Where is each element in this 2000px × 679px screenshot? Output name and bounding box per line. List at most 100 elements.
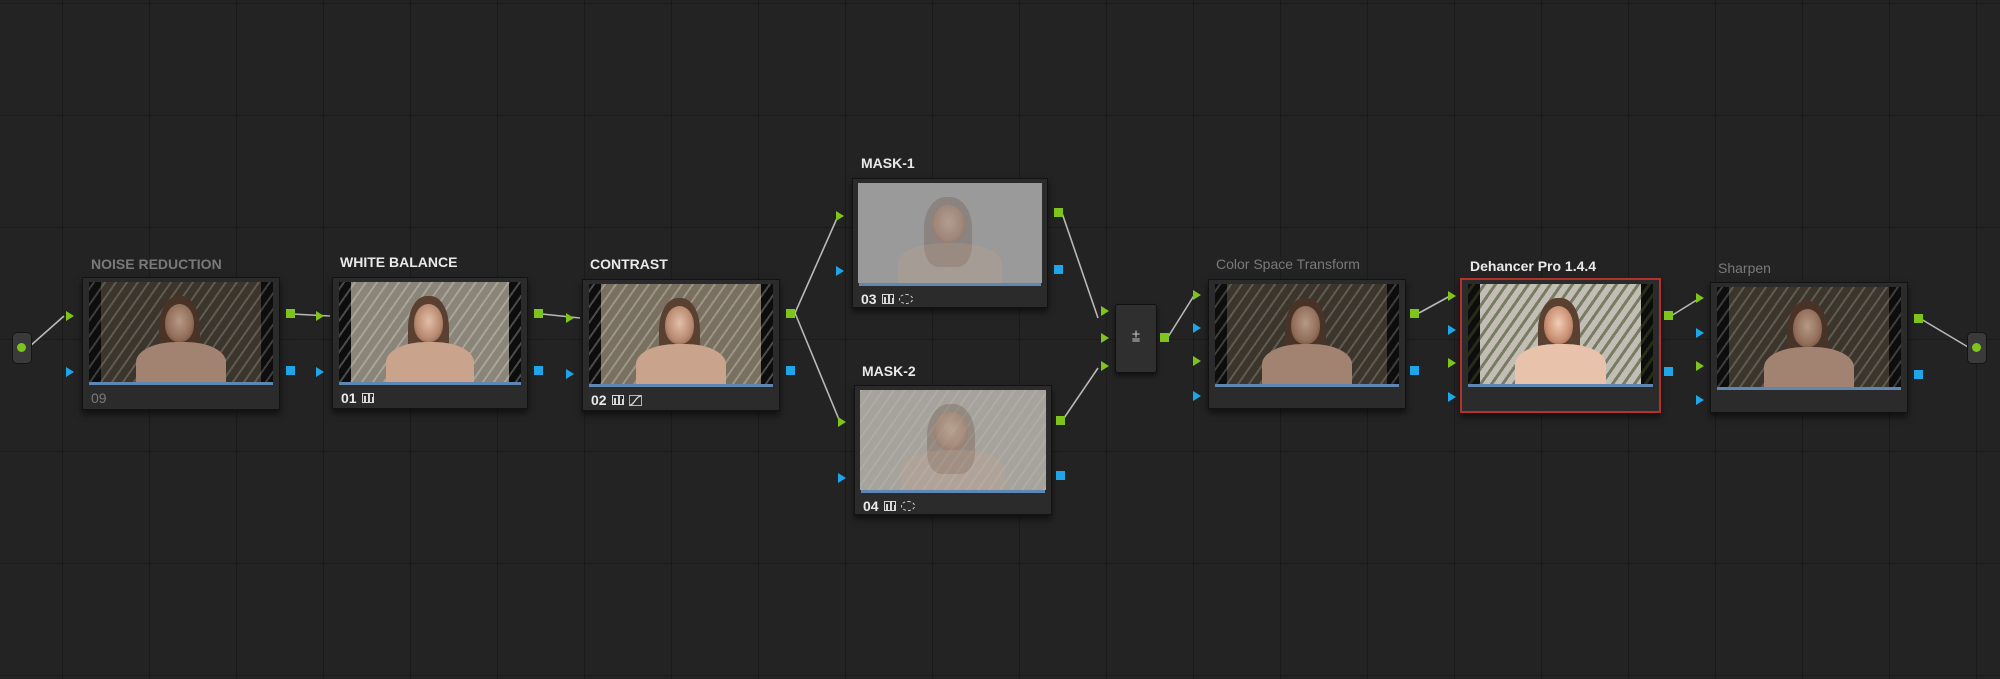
node-09-rgb-input[interactable]	[66, 311, 74, 321]
layer-mixer-node[interactable]: ⩲	[1115, 304, 1157, 373]
node-02-alpha-input[interactable]	[566, 369, 574, 379]
node-dehancer-rgb-input[interactable]	[1448, 291, 1456, 301]
node-02-progress-bar	[589, 384, 773, 387]
wire-source-to-nr	[28, 315, 65, 348]
node-02-alpha-output[interactable]	[786, 366, 795, 375]
node-sharpen-alpha-input-2[interactable]	[1696, 395, 1704, 405]
mixer-input-1[interactable]	[1101, 306, 1109, 316]
node-03-rgb-output[interactable]	[1054, 208, 1063, 217]
wire-cst-to-dehancer	[1418, 295, 1451, 314]
node-09-thumbnail	[89, 282, 273, 382]
wire-mask2-to-mixer	[1061, 367, 1099, 422]
node-03-number: 03	[861, 291, 877, 307]
node-dehancer-rgb-output[interactable]	[1664, 311, 1673, 320]
node-sharpen-alpha-input-1[interactable]	[1696, 328, 1704, 338]
node-01-rgb-output[interactable]	[534, 309, 543, 318]
color-bars-icon	[361, 393, 374, 403]
node-01-number: 01	[341, 390, 357, 406]
node-04-label: MASK-2	[862, 363, 916, 379]
node-cst-label: Color Space Transform	[1216, 256, 1360, 272]
node-02-label: CONTRAST	[590, 256, 668, 272]
node-03-alpha-input[interactable]	[836, 266, 844, 276]
node-dehancer-label: Dehancer Pro 1.4.4	[1470, 258, 1597, 274]
node-cst-progress-bar	[1215, 384, 1399, 387]
node-04-mask-2[interactable]: 04	[854, 385, 1052, 515]
wire-contrast-to-mask1	[794, 215, 839, 314]
node-02-number: 02	[591, 392, 607, 408]
node-02-rgb-input[interactable]	[566, 313, 574, 323]
wire-mixer-to-cst	[1167, 293, 1196, 338]
node-dehancer-rgb-input-2[interactable]	[1448, 358, 1456, 368]
node-03-label: MASK-1	[861, 155, 915, 171]
node-09-number: 09	[91, 390, 107, 406]
node-03-mask-1[interactable]: 03	[852, 178, 1048, 308]
node-02-thumbnail	[589, 284, 773, 384]
node-09-alpha-input[interactable]	[66, 367, 74, 377]
window-circle-icon	[900, 501, 915, 511]
node-09-noise-reduction[interactable]: 09	[82, 277, 280, 410]
color-bars-icon	[881, 294, 894, 304]
source-input-icon[interactable]	[12, 332, 32, 364]
node-01-progress-bar	[339, 382, 521, 385]
node-sharpen-label: Sharpen	[1718, 260, 1771, 276]
node-01-thumbnail	[339, 282, 521, 382]
mixer-input-3[interactable]	[1101, 361, 1109, 371]
node-01-alpha-output[interactable]	[534, 366, 543, 375]
node-sharpen-rgb-output[interactable]	[1914, 314, 1923, 323]
node-04-number: 04	[863, 498, 879, 514]
mixer-input-2[interactable]	[1101, 333, 1109, 343]
wire-sharpen-to-output	[1920, 318, 1969, 348]
mixer-output[interactable]	[1160, 333, 1169, 342]
node-dehancer-alpha-output[interactable]	[1664, 367, 1673, 376]
node-01-label: WHITE BALANCE	[340, 254, 458, 270]
node-sharpen-alpha-output[interactable]	[1914, 370, 1923, 379]
node-color-space-transform[interactable]	[1208, 279, 1406, 409]
node-02-contrast[interactable]: 02	[582, 279, 780, 411]
node-09-label: NOISE REDUCTION	[91, 256, 222, 272]
window-circle-icon	[898, 294, 913, 304]
layer-mixer-icon: ⩲	[1131, 329, 1141, 346]
node-01-rgb-input[interactable]	[316, 311, 324, 321]
color-bars-icon	[611, 395, 624, 405]
node-04-alpha-input[interactable]	[838, 473, 846, 483]
node-03-thumbnail	[858, 183, 1042, 283]
node-cst-thumbnail	[1215, 284, 1399, 384]
node-cst-alpha-output[interactable]	[1410, 366, 1419, 375]
node-dehancer-thumbnail	[1468, 284, 1653, 384]
curve-icon	[628, 394, 642, 406]
node-graph-canvas[interactable]: NOISE REDUCTION 09 WHITE BALANCE 01 CONT…	[0, 0, 2000, 679]
node-03-rgb-input[interactable]	[836, 211, 844, 221]
output-icon[interactable]	[1967, 332, 1987, 364]
node-01-white-balance[interactable]: 01	[332, 277, 528, 409]
node-01-alpha-input[interactable]	[316, 367, 324, 377]
node-09-alpha-output[interactable]	[286, 366, 295, 375]
node-connections	[28, 212, 1969, 423]
node-cst-alpha-input-2[interactable]	[1193, 391, 1201, 401]
node-sharpen-progress-bar	[1717, 387, 1901, 390]
node-sharpen-thumbnail	[1717, 287, 1901, 387]
node-04-alpha-output[interactable]	[1056, 471, 1065, 480]
wire-contrast-to-mask2	[794, 312, 841, 423]
node-04-progress-bar	[861, 490, 1045, 493]
node-04-rgb-input[interactable]	[838, 417, 846, 427]
color-bars-icon	[883, 501, 896, 511]
node-03-progress-bar	[859, 283, 1041, 286]
node-04-rgb-output[interactable]	[1056, 416, 1065, 425]
node-02-rgb-output[interactable]	[786, 309, 795, 318]
node-cst-rgb-input[interactable]	[1193, 290, 1201, 300]
wire-wb-to-contrast	[541, 313, 581, 319]
node-cst-rgb-output[interactable]	[1410, 309, 1419, 318]
node-sharpen-rgb-input[interactable]	[1696, 293, 1704, 303]
node-03-alpha-output[interactable]	[1054, 265, 1063, 274]
node-dehancer-pro[interactable]	[1460, 278, 1661, 413]
node-dehancer-alpha-input-2[interactable]	[1448, 392, 1456, 402]
node-cst-rgb-input-2[interactable]	[1193, 356, 1201, 366]
node-04-thumbnail	[860, 390, 1046, 490]
node-sharpen-rgb-input-2[interactable]	[1696, 361, 1704, 371]
node-sharpen[interactable]	[1710, 282, 1908, 413]
node-dehancer-progress-bar	[1468, 384, 1653, 387]
node-dehancer-alpha-input-1[interactable]	[1448, 325, 1456, 335]
wire-nr-to-wb	[291, 313, 331, 317]
node-cst-alpha-input-1[interactable]	[1193, 323, 1201, 333]
node-09-rgb-output[interactable]	[286, 309, 295, 318]
